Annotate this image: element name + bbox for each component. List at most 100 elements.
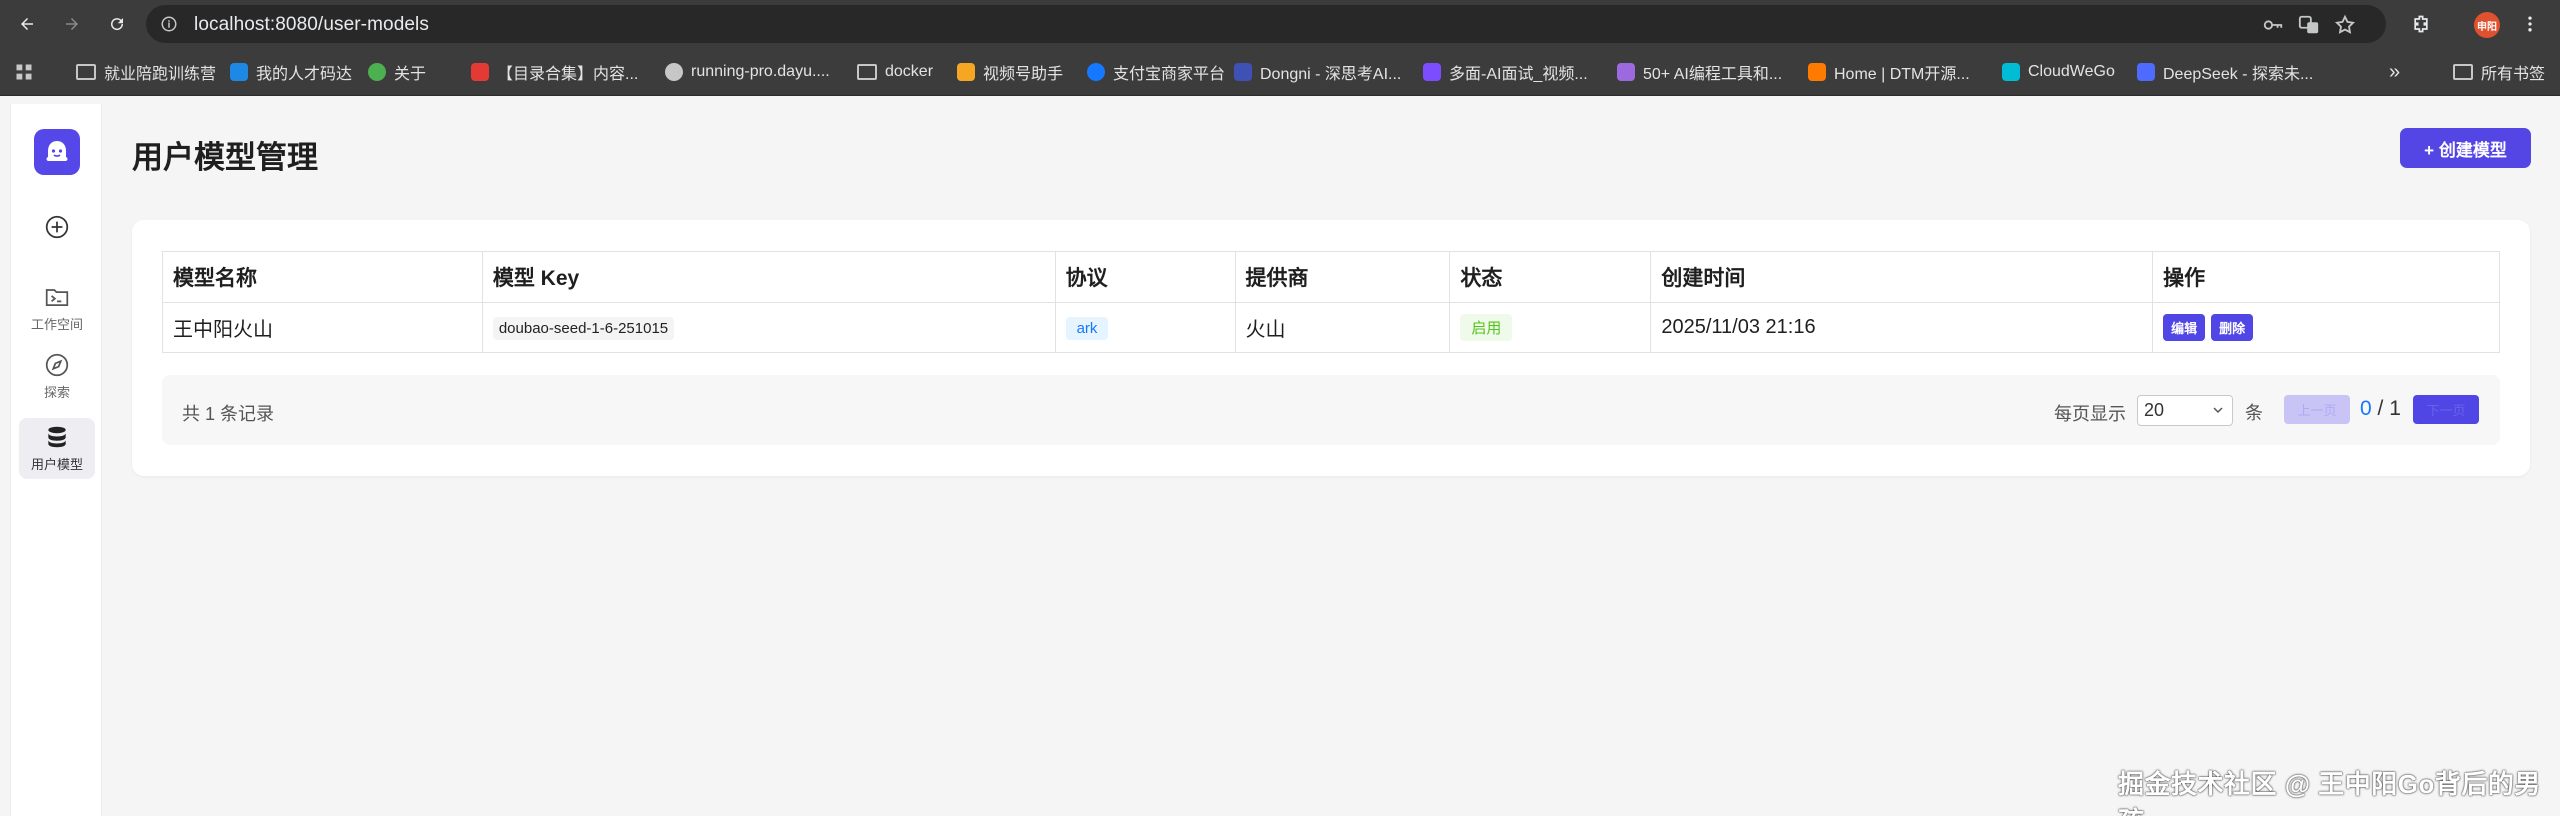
plus-circle-icon bbox=[45, 215, 69, 239]
forward-button[interactable] bbox=[56, 8, 88, 40]
bookmarks-overflow-button[interactable]: » bbox=[2389, 60, 2400, 84]
watermark: 掘金技术社区 @ 王中阳Go背后的男孩 bbox=[2118, 769, 2541, 816]
apps-button[interactable] bbox=[14, 60, 34, 84]
bookmark-item[interactable]: 【目录合集】内容... bbox=[471, 60, 638, 84]
arrow-right-icon bbox=[66, 18, 78, 30]
bookmark-label: DeepSeek - 探索未... bbox=[2163, 66, 2314, 83]
chrome-menu-button[interactable] bbox=[2514, 8, 2546, 40]
bookmark-label: Dongni - 深思考AI... bbox=[1260, 66, 1402, 83]
per-page-select[interactable]: 20 bbox=[2137, 395, 2233, 426]
models-card: 模型名称 模型 Key 协议 提供商 状态 创建时间 操作 王中阳火山 doub… bbox=[132, 220, 2530, 476]
prev-page-button[interactable]: 上一页 bbox=[2284, 395, 2350, 424]
sidebar-item-workspace[interactable]: 工作空间 bbox=[19, 284, 95, 333]
bookmark-item[interactable]: 多面-AI面试_视频... bbox=[1423, 60, 1588, 84]
page-indicator: 0 / 1 bbox=[2360, 397, 2401, 421]
bookmark-item[interactable]: Home | DTM开源... bbox=[1808, 60, 1970, 84]
bookmark-item[interactable]: 支付宝商家平台 bbox=[1087, 60, 1225, 84]
bookmark-item[interactable]: running-pro.dayu.... bbox=[665, 60, 830, 84]
grid-icon bbox=[1234, 63, 1252, 81]
bookmark-item[interactable]: CloudWeGo bbox=[2002, 60, 2115, 84]
status-badge: 启用 bbox=[1460, 314, 1513, 341]
cell-protocol: ark bbox=[1054, 302, 1236, 353]
current-page: 0 bbox=[2360, 397, 2372, 420]
bookmark-label: 多面-AI面试_视频... bbox=[1449, 66, 1588, 83]
arrow-left-icon bbox=[21, 18, 33, 30]
star-icon[interactable] bbox=[2334, 14, 2356, 36]
translate-icon[interactable] bbox=[2298, 14, 2320, 36]
bookmark-item[interactable]: 我的人才码达 bbox=[230, 60, 352, 84]
sidebar-item-label: 探索 bbox=[43, 385, 70, 400]
bookmark-item[interactable]: 50+ AI编程工具和... bbox=[1617, 60, 1782, 84]
bookmark-label: 就业陪跑训练营 bbox=[104, 66, 217, 83]
whale-icon bbox=[2137, 63, 2155, 81]
page-separator: / bbox=[2371, 397, 2390, 420]
cell-model-key: doubao-seed-1-6-251015 bbox=[481, 302, 1056, 353]
profile-icon bbox=[368, 63, 386, 81]
sidebar-item-new[interactable] bbox=[19, 214, 95, 240]
chevron-down-icon bbox=[2213, 407, 2223, 414]
cell-model-name: 王中阳火山 bbox=[162, 302, 483, 353]
extensions-button[interactable] bbox=[2405, 8, 2437, 40]
app-icon bbox=[1808, 63, 1826, 81]
url-text: localhost:8080/user-models bbox=[194, 14, 429, 35]
pagination-bar: 共 1 条记录 每页显示 20 条 上一页 0 / 1 下一页 bbox=[162, 375, 2500, 445]
app-logo[interactable] bbox=[34, 129, 80, 175]
alipay-icon bbox=[1087, 63, 1105, 81]
bookmark-label: docker bbox=[885, 63, 934, 80]
bookmark-item[interactable]: 视频号助手 bbox=[957, 60, 1063, 84]
bookmark-item[interactable]: 关于 bbox=[368, 60, 426, 84]
back-button[interactable] bbox=[11, 8, 43, 40]
all-bookmarks-button[interactable]: 所有书签 bbox=[2453, 60, 2545, 84]
bookmark-item[interactable]: Dongni - 深思考AI... bbox=[1234, 60, 1401, 84]
password-key-icon[interactable] bbox=[2262, 14, 2284, 36]
cell-created-time: 2025/11/03 21:16 bbox=[1650, 302, 2154, 353]
bookmarks-bar: 就业陪跑训练营 我的人才码达 关于 【目录合集】内容... running-pro.da… bbox=[0, 48, 2560, 96]
browser-toolbar: localhost:8080/user-models 申阳 bbox=[0, 0, 2560, 48]
create-model-button[interactable]: + 创建模型 bbox=[2400, 128, 2531, 168]
cell-status: 启用 bbox=[1449, 302, 1652, 353]
bookmark-label: 支付宝商家平台 bbox=[1113, 66, 1226, 83]
reload-button[interactable] bbox=[101, 8, 133, 40]
total-records: 共 1 条记录 bbox=[182, 404, 275, 424]
bookmark-label: 视频号助手 bbox=[983, 66, 1064, 83]
models-table: 模型名称 模型 Key 协议 提供商 状态 创建时间 操作 王中阳火山 doub… bbox=[162, 251, 2500, 353]
sidebar-item-user-models[interactable]: 用户模型 bbox=[19, 418, 95, 479]
bookmark-label: Home | DTM开源... bbox=[1834, 66, 1970, 83]
model-key-chip: doubao-seed-1-6-251015 bbox=[492, 316, 675, 340]
header-status: 状态 bbox=[1449, 251, 1652, 303]
header-actions: 操作 bbox=[2152, 251, 2500, 303]
reload-icon bbox=[111, 18, 124, 31]
book-icon bbox=[471, 63, 489, 81]
header-protocol: 协议 bbox=[1054, 251, 1236, 303]
site-info-icon[interactable] bbox=[160, 15, 178, 33]
sidebar-item-label: 工作空间 bbox=[30, 317, 83, 332]
profile-avatar[interactable]: 申阳 bbox=[2474, 12, 2500, 38]
bookmark-label: 我的人才码达 bbox=[256, 66, 353, 83]
bookmark-label: running-pro.dayu.... bbox=[691, 63, 830, 80]
delete-button[interactable]: 删除 bbox=[2211, 314, 2254, 341]
app-icon bbox=[230, 63, 248, 81]
globe-icon bbox=[665, 63, 683, 81]
cloud-icon bbox=[2002, 63, 2020, 81]
database-icon bbox=[48, 426, 66, 448]
address-bar[interactable]: localhost:8080/user-models bbox=[146, 5, 2386, 43]
bookmark-item[interactable]: DeepSeek - 探索未... bbox=[2137, 60, 2313, 84]
bookmark-label: CloudWeGo bbox=[2028, 63, 2115, 80]
sidebar-item-explore[interactable]: 探索 bbox=[19, 352, 95, 401]
per-page-label: 每页显示 bbox=[2054, 404, 2126, 424]
protocol-tag: ark bbox=[1065, 316, 1109, 340]
app-root: 工作空间 探索 用户模型 用户模型管理 + 创建模型 模型名称 模型 Key 协… bbox=[0, 96, 2560, 816]
apps-grid-icon bbox=[16, 64, 32, 80]
cell-actions: 编辑 删除 bbox=[2152, 302, 2500, 353]
bookmark-item[interactable]: docker bbox=[857, 60, 933, 84]
next-page-button[interactable]: 下一页 bbox=[2413, 395, 2479, 424]
bookmark-item[interactable]: 就业陪跑训练营 bbox=[76, 60, 216, 84]
per-page-unit: 条 bbox=[2245, 403, 2263, 423]
edit-button[interactable]: 编辑 bbox=[2163, 314, 2206, 341]
cell-provider: 火山 bbox=[1234, 302, 1451, 353]
sidebar-item-label: 用户模型 bbox=[30, 457, 83, 472]
app-icon bbox=[1423, 63, 1441, 81]
bookmark-label: 【目录合集】内容... bbox=[497, 66, 639, 83]
compass-icon bbox=[45, 353, 69, 377]
chevron-double-right-icon: » bbox=[2389, 60, 2401, 83]
